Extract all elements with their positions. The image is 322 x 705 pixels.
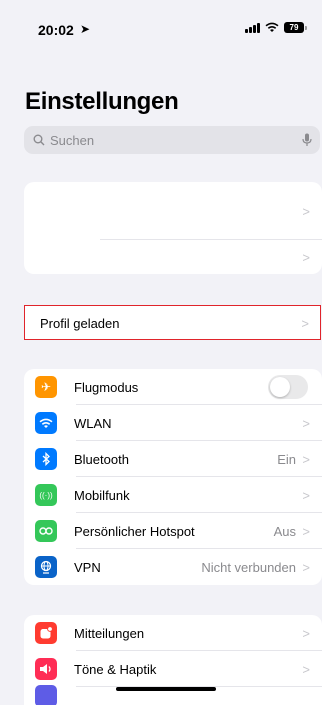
bluetooth-value: Ein — [277, 451, 296, 467]
speaker-icon — [35, 658, 57, 680]
cellular-signal-icon — [245, 22, 260, 33]
status-time: 20:02 — [38, 22, 74, 38]
profile-loaded-label: Profil geladen — [40, 316, 120, 331]
antenna-icon: ((·)) — [35, 484, 57, 506]
location-arrow-icon: ➤ — [80, 22, 91, 36]
chevron-right-icon: > — [302, 523, 310, 539]
settings-row-wlan[interactable]: WLAN > — [24, 405, 322, 441]
settings-row-mitteilungen[interactable]: Mitteilungen > — [24, 615, 322, 651]
battery-icon: 79 — [284, 22, 307, 33]
status-icons: 79 — [245, 22, 307, 33]
account-row-2[interactable]: > — [24, 240, 322, 274]
chevron-right-icon: > — [302, 249, 310, 265]
toene-label: Töne & Haptik — [74, 661, 157, 677]
focus-icon — [35, 685, 57, 705]
home-indicator[interactable] — [116, 687, 216, 691]
connectivity-group: ✈ Flugmodus WLAN > Bluetooth Ein > ((·))… — [24, 369, 322, 585]
toggle-knob — [270, 377, 290, 397]
hotspot-value: Aus — [273, 523, 296, 539]
chevron-right-icon: > — [302, 559, 310, 575]
airplane-toggle[interactable] — [268, 375, 308, 399]
account-row-1[interactable]: > — [24, 182, 322, 240]
hotspot-icon — [35, 520, 57, 542]
settings-row-vpn[interactable]: VPN Nicht verbunden > — [24, 549, 322, 585]
hotspot-label: Persönlicher Hotspot — [74, 523, 195, 539]
search-icon — [33, 134, 45, 146]
settings-row-bluetooth[interactable]: Bluetooth Ein > — [24, 441, 322, 477]
airplane-label: Flugmodus — [74, 379, 139, 395]
chevron-right-icon: > — [302, 625, 310, 641]
vpn-value: Nicht verbunden — [201, 559, 296, 575]
mobilfunk-label: Mobilfunk — [74, 487, 130, 503]
vpn-label: VPN — [74, 559, 101, 575]
bluetooth-icon — [35, 448, 57, 470]
settings-row-mobilfunk[interactable]: ((·)) Mobilfunk > — [24, 477, 322, 513]
account-group: > > — [24, 182, 322, 274]
chevron-right-icon: > — [302, 415, 310, 431]
chevron-right-icon: > — [302, 487, 310, 503]
settings-row-airplane: ✈ Flugmodus — [24, 369, 322, 405]
bluetooth-label: Bluetooth — [74, 451, 129, 467]
wifi-status-icon — [265, 22, 279, 32]
profile-loaded-row[interactable]: Profil geladen > — [24, 305, 321, 340]
notification-icon — [35, 622, 57, 644]
chevron-right-icon: > — [302, 203, 310, 219]
wlan-label: WLAN — [74, 415, 112, 431]
chevron-right-icon: > — [302, 451, 310, 467]
microphone-icon[interactable] — [302, 133, 312, 147]
airplane-icon: ✈ — [35, 376, 57, 398]
settings-row-hotspot[interactable]: Persönlicher Hotspot Aus > — [24, 513, 322, 549]
mitteilungen-label: Mitteilungen — [74, 625, 145, 641]
settings-row-toene[interactable]: Töne & Haptik > — [24, 651, 322, 687]
chevron-right-icon: > — [301, 316, 309, 331]
wifi-icon — [35, 412, 57, 434]
chevron-right-icon: > — [302, 661, 310, 677]
globe-icon — [35, 556, 57, 578]
status-bar: 20:02 ➤ 79 — [0, 0, 322, 56]
notifications-group: Mitteilungen > Töne & Haptik > — [24, 615, 322, 705]
page-title: Einstellungen — [25, 88, 179, 115]
search-input[interactable] — [50, 132, 280, 148]
search-bar[interactable] — [24, 126, 320, 154]
